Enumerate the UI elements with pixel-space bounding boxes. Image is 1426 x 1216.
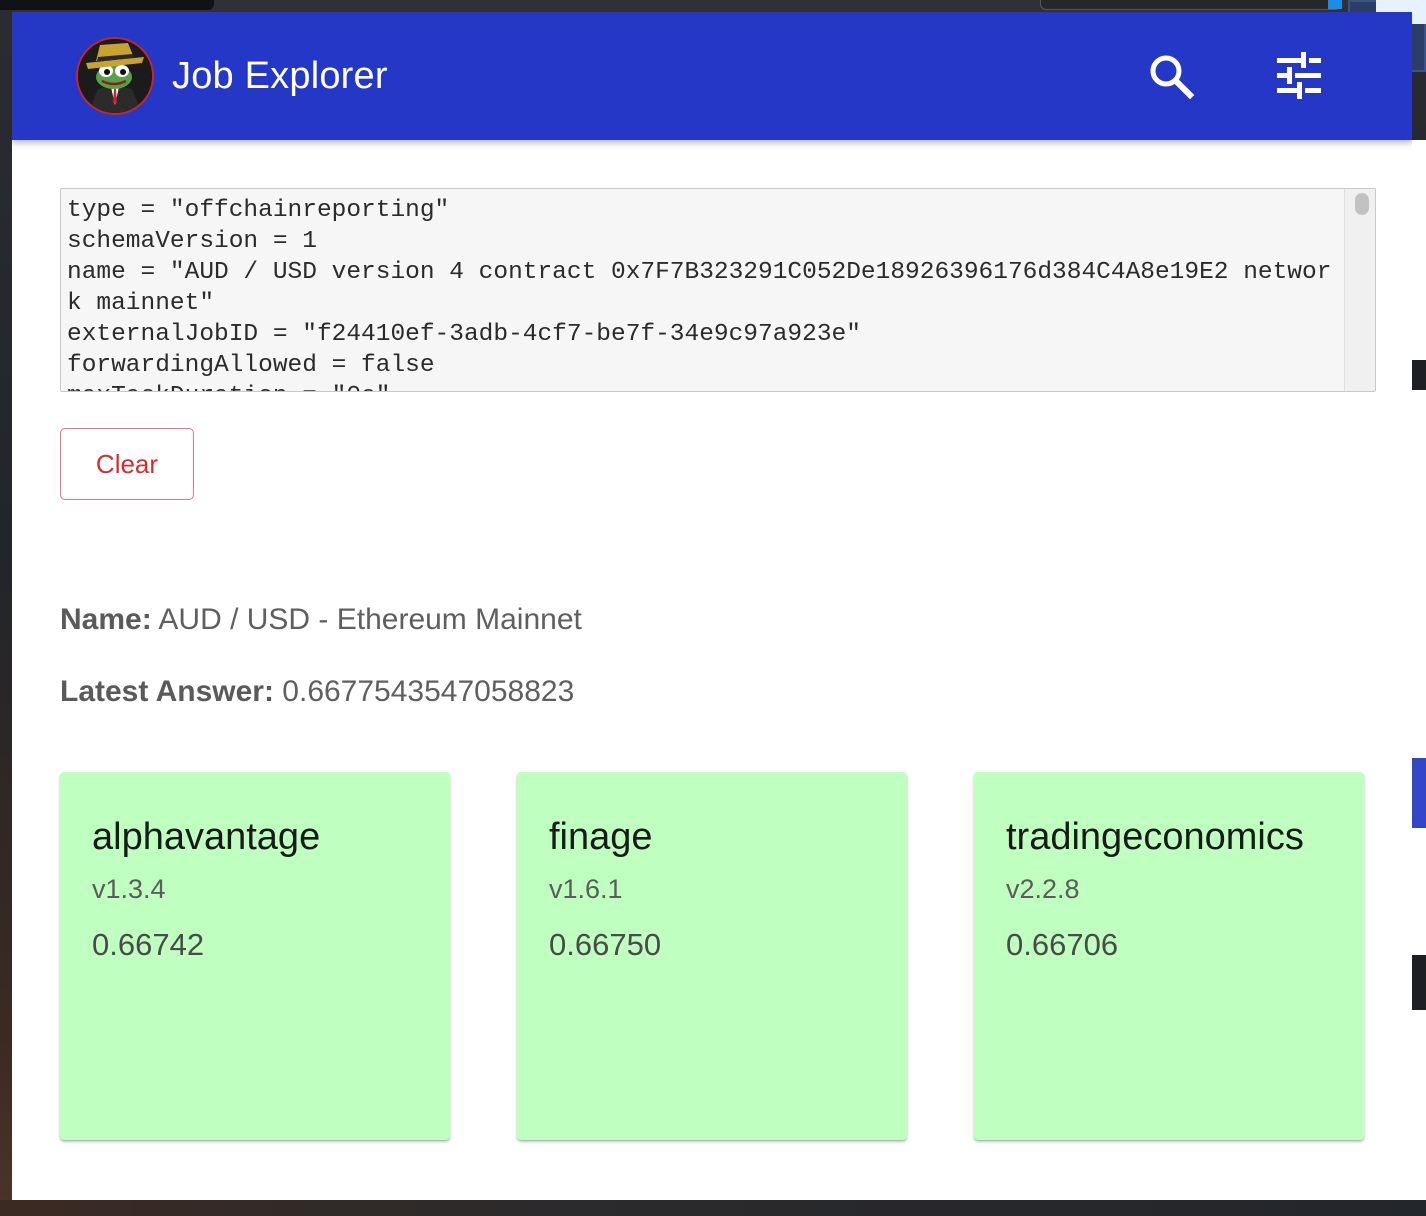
settings-button[interactable] <box>1271 48 1327 104</box>
latest-answer-label: Latest Answer: <box>60 675 274 708</box>
job-name-label: Name: <box>60 603 152 636</box>
source-version: v1.3.4 <box>92 874 166 904</box>
search-button[interactable] <box>1143 48 1199 104</box>
background-page-block <box>1412 955 1426 1010</box>
latest-answer-row: Latest Answer: 0.6677543547058823 <box>60 672 574 712</box>
background-page-button <box>1412 758 1426 828</box>
latest-answer-value: 0.6677543547058823 <box>282 675 575 708</box>
source-version: v2.2.8 <box>1006 874 1080 904</box>
background-page-left-edge <box>0 10 12 1216</box>
source-name: alphavantage <box>92 816 321 858</box>
browser-extension-badge <box>1328 0 1342 9</box>
browser-tab <box>0 0 214 10</box>
job-spec-scroll-thumb[interactable] <box>1355 193 1369 215</box>
job-spec-scrollbar[interactable] <box>1344 189 1375 391</box>
search-icon <box>1150 55 1195 100</box>
app-bar: Job Explorer <box>12 12 1412 140</box>
job-spec-textarea[interactable]: type = "offchainreporting" schemaVersion… <box>60 188 1376 392</box>
background-page-bottom <box>0 1200 1426 1216</box>
app-title: Job Explorer <box>172 55 388 97</box>
job-spec-text: type = "offchainreporting" schemaVersion… <box>67 197 1332 391</box>
extension-popup: Job Explorer type = "offchainreporting" … <box>12 12 1412 1200</box>
job-name-row: Name: AUD / USD - Ethereum Mainnet <box>60 600 582 640</box>
clear-button[interactable]: Clear <box>60 428 194 500</box>
background-page-right-edge <box>1412 140 1426 1216</box>
job-name-value: AUD / USD - Ethereum Mainnet <box>158 603 582 636</box>
source-card-tradingeconomics[interactable]: tradingeconomics v2.2.8 0.66706 <box>974 772 1364 1140</box>
source-name: finage <box>549 816 653 858</box>
browser-address-field <box>1040 0 1342 10</box>
source-version: v1.6.1 <box>549 874 623 904</box>
source-value: 0.66742 <box>92 927 205 962</box>
source-name: tradingeconomics <box>1006 816 1304 858</box>
source-value: 0.66750 <box>549 927 662 962</box>
main-content: type = "offchainreporting" schemaVersion… <box>12 140 1412 1200</box>
source-card-finage[interactable]: finage v1.6.1 0.66750 <box>517 772 907 1140</box>
tune-sliders-icon <box>1277 52 1321 99</box>
detective-frog-logo-icon <box>76 37 154 115</box>
source-value: 0.66706 <box>1006 927 1119 962</box>
background-page-block <box>1412 360 1426 390</box>
source-card-alphavantage[interactable]: alphavantage v1.3.4 0.66742 <box>60 772 450 1140</box>
